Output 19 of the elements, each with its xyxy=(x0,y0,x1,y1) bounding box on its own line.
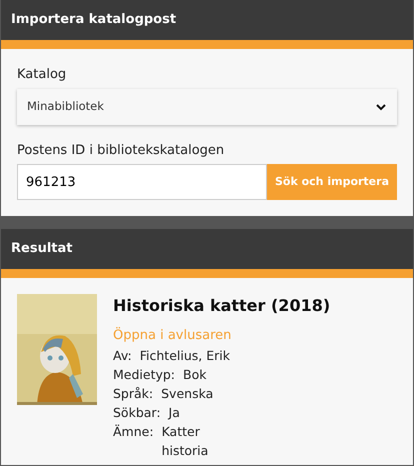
field-label: Ämne: xyxy=(113,422,154,440)
field-label: Postens ID i bibliotekskatalogen xyxy=(17,142,226,160)
record-id-field[interactable]: 961213 xyxy=(17,164,267,200)
field-label: Katalog xyxy=(17,66,68,84)
field-value: historia xyxy=(162,442,208,460)
field-value: Fichtelius, Erik xyxy=(140,346,230,364)
field-value: Svenska xyxy=(161,384,214,402)
field-label: Sökbar: xyxy=(113,404,161,422)
field-value: Bok xyxy=(183,366,206,384)
field-label: Medietyp: xyxy=(113,366,176,384)
field-label: Språk: xyxy=(113,384,154,402)
panel-title: Resultat xyxy=(11,240,72,258)
catalog-dropdown[interactable]: Minabibliotek xyxy=(17,88,397,124)
panel-title: Importera katalogpost xyxy=(11,11,176,30)
field-label: Av: xyxy=(113,346,132,364)
field-value: Ja xyxy=(168,404,180,422)
book-title: Historiska katter (2018) xyxy=(113,295,330,317)
chevron-down-icon xyxy=(375,102,387,110)
field-value: Katter xyxy=(162,422,201,440)
